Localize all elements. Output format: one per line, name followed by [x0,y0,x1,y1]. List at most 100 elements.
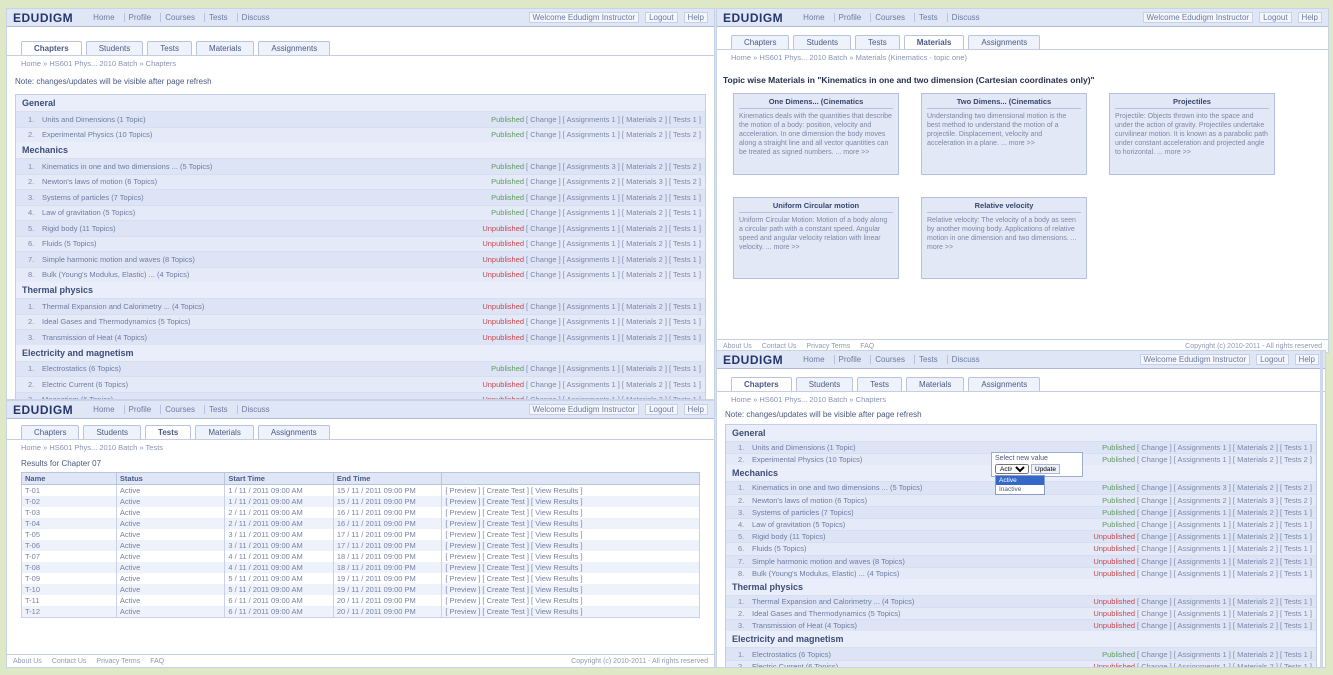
tab-students[interactable]: Students [85,41,144,55]
status-select[interactable]: Active [995,464,1029,474]
tab-chapters[interactable]: Chapters [21,41,82,55]
test-actions-cell[interactable]: [ Preview ] [ Create Test ] [ View Resul… [441,595,700,606]
logout-link[interactable]: Logout [1259,12,1292,23]
tab-materials[interactable]: Materials [903,35,965,49]
test-name-cell[interactable]: T-01 [21,484,117,496]
tab-materials[interactable]: Materials [905,377,965,391]
scrollbar[interactable] [1320,351,1323,667]
logout-link[interactable]: Logout [1256,354,1289,365]
action-links[interactable]: [ Change ] [ Assignments 2 ] [ Materials… [526,177,701,186]
chapter-title[interactable]: Thermal Expansion and Calorimetry ... (4… [42,302,482,311]
chapter-title[interactable]: Transmission of Heat (4 Topics) [752,621,1093,630]
action-links[interactable]: [ Change ] [ Assignments 1 ] [ Materials… [526,130,701,139]
action-links[interactable]: [ Change ] [ Assignments 1 ] [ Materials… [1137,662,1312,667]
action-links[interactable]: [ Change ] [ Assignments 1 ] [ Materials… [526,255,701,264]
nav-home[interactable]: Home [799,355,828,364]
status-link[interactable]: Unpublished [482,302,524,311]
nav-courses[interactable]: Courses [160,405,199,414]
tab-assignments[interactable]: Assignments [968,377,1041,391]
footer-link-contact[interactable]: Contact Us [762,343,797,350]
test-name-cell[interactable]: T-07 [21,551,117,562]
chapter-title[interactable]: Systems of particles (7 Topics) [42,193,491,202]
tab-tests[interactable]: Tests [145,425,192,439]
chapter-title[interactable]: Thermal Expansion and Calorimetry ... (4… [752,597,1093,606]
action-links[interactable]: [ Change ] [ Assignments 1 ] [ Materials… [1137,520,1312,529]
chapter-title[interactable]: Transmission of Heat (4 Topics) [42,333,482,342]
chapter-row[interactable]: 5. Rigid body (11 Topics) Unpublished[ Cha… [16,220,705,236]
test-name-cell[interactable]: T-10 [21,584,117,595]
status-link[interactable]: Published [1102,508,1135,517]
action-links[interactable]: [ Change ] [ Assignments 1 ] [ Materials… [526,364,701,373]
action-links[interactable]: [ Change ] [ Assignments 1 ] [ Materials… [1137,544,1312,553]
tab-assignments[interactable]: Assignments [258,41,331,55]
tab-assignments[interactable]: Assignments [968,35,1041,49]
status-link[interactable]: Unpublished [482,333,524,342]
chapter-row[interactable]: 2. Electric Current (6 Topics) Unpublished… [726,659,1316,667]
chapter-row[interactable]: 1. Electrostatics (6 Topics) Published[ Ch… [726,647,1316,660]
action-links[interactable]: [ Change ] [ Assignments 1 ] [ Materials… [1137,443,1312,452]
chapter-title[interactable]: Simple harmonic motion and waves (8 Topi… [42,255,482,264]
chapter-row[interactable]: 3. Magnetism (6 Topics) Unpublished[ Chang… [16,391,705,399]
chapter-row[interactable]: 1. Kinematics in one and two dimensions .… [16,158,705,174]
status-link[interactable]: Published [1102,443,1135,452]
chapter-title[interactable]: Systems of particles (7 Topics) [752,508,1102,517]
chapter-row[interactable]: 3. Systems of particles (7 Topics) Publish… [16,189,705,205]
col-start-time[interactable]: Start Time [224,472,334,485]
chapter-title[interactable]: Newton's laws of motion (6 Topics) [42,177,491,186]
material-card[interactable]: Projectiles Projectile: Objects thrown i… [1109,93,1275,175]
chapter-title[interactable]: Experimental Physics (10 Topics) [42,130,491,139]
tab-tests[interactable]: Tests [857,377,902,391]
chapter-row[interactable]: 3. Transmission of Heat (4 Topics) Unpubli… [16,329,705,345]
status-link[interactable]: Unpublished [1093,557,1135,566]
chapter-title[interactable]: Bulk (Young's Modulus, Elastic) ... (4 T… [42,270,482,279]
action-links[interactable]: [ Change ] [ Assignments 1 ] [ Materials… [526,193,701,202]
nav-home[interactable]: Home [89,13,118,22]
material-card[interactable]: One Dimens... (Cinematics Kinematics dea… [733,93,899,175]
chapter-title[interactable]: Electric Current (6 Topics) [42,380,482,389]
status-link[interactable]: Published [491,193,524,202]
status-link[interactable]: Published [1102,650,1135,659]
chapter-row[interactable]: 5. Rigid body (11 Topics) Unpublished[ Cha… [726,530,1316,543]
chapter-title[interactable]: Rigid body (11 Topics) [752,532,1093,541]
chapter-title[interactable]: Units and Dimensions (1 Topic) [42,115,491,124]
test-name-cell[interactable]: T-04 [21,518,117,529]
status-link[interactable]: Unpublished [482,255,524,264]
status-link[interactable]: Published [491,364,524,373]
chapter-title[interactable]: Bulk (Young's Modulus, Elastic) ... (4 T… [752,569,1093,578]
action-links[interactable]: [ Change ] [ Assignments 3 ] [ Materials… [526,162,701,171]
help-link[interactable]: Help [1294,354,1319,365]
status-link[interactable]: Unpublished [1093,597,1135,606]
action-links[interactable]: [ Change ] [ Assignments 1 ] [ Materials… [526,380,701,389]
chapter-title[interactable]: Law of gravitation (5 Topics) [42,208,491,217]
chapter-row[interactable]: 6. Fluids (5 Topics) Unpublished[ Change ]… [16,235,705,251]
chapter-row[interactable]: 1. Thermal Expansion and Calorimetry ... … [726,594,1316,608]
action-links[interactable]: [ Change ] [ Assignments 2 ] [ Materials… [1137,496,1312,505]
status-option[interactable]: Active [996,476,1044,485]
action-links[interactable]: [ Change ] [ Assignments 1 ] [ Materials… [1137,621,1312,630]
test-actions-cell[interactable]: [ Preview ] [ Create Test ] [ View Resul… [441,551,700,562]
footer-link-faq[interactable]: FAQ [860,343,874,350]
chapter-row[interactable]: 1. Electrostatics (6 Topics) Published[ Ch… [16,360,705,376]
test-actions-cell[interactable]: [ Preview ] [ Create Test ] [ View Resul… [441,484,700,496]
material-card[interactable]: Uniform Circular motion Uniform Circular… [733,197,899,279]
test-name-cell[interactable]: T-02 [21,496,117,507]
nav-discuss[interactable]: Discuss [946,13,984,22]
help-link[interactable]: Help [683,404,708,415]
nav-courses[interactable]: Courses [870,13,909,22]
action-links[interactable]: [ Change ] [ Assignments 1 ] [ Materials… [1137,508,1312,517]
chapter-title[interactable]: Electrostatics (6 Topics) [42,364,491,373]
action-links[interactable]: [ Change ] [ Assignments 1 ] [ Materials… [526,115,701,124]
nav-discuss[interactable]: Discuss [946,355,984,364]
test-actions-cell[interactable]: [ Preview ] [ Create Test ] [ View Resul… [441,584,700,595]
nav-tests[interactable]: Tests [914,355,942,364]
chapter-title[interactable]: Kinematics in one and two dimensions ...… [752,483,1102,492]
action-links[interactable]: [ Change ] [ Assignments 1 ] [ Materials… [526,208,701,217]
test-actions-cell[interactable]: [ Preview ] [ Create Test ] [ View Resul… [441,606,700,618]
chapter-row[interactable]: 6. Fluids (5 Topics) Unpublished[ Change ]… [726,542,1316,555]
nav-profile[interactable]: Profile [123,405,156,414]
action-links[interactable]: [ Change ] [ Assignments 1 ] [ Materials… [526,239,701,248]
nav-home[interactable]: Home [89,405,118,414]
chapter-row[interactable]: 8. Bulk (Young's Modulus, Elastic) ... (4… [16,266,705,282]
test-name-cell[interactable]: T-11 [21,595,117,606]
action-links[interactable]: [ Change ] [ Assignments 1 ] [ Materials… [526,317,701,326]
